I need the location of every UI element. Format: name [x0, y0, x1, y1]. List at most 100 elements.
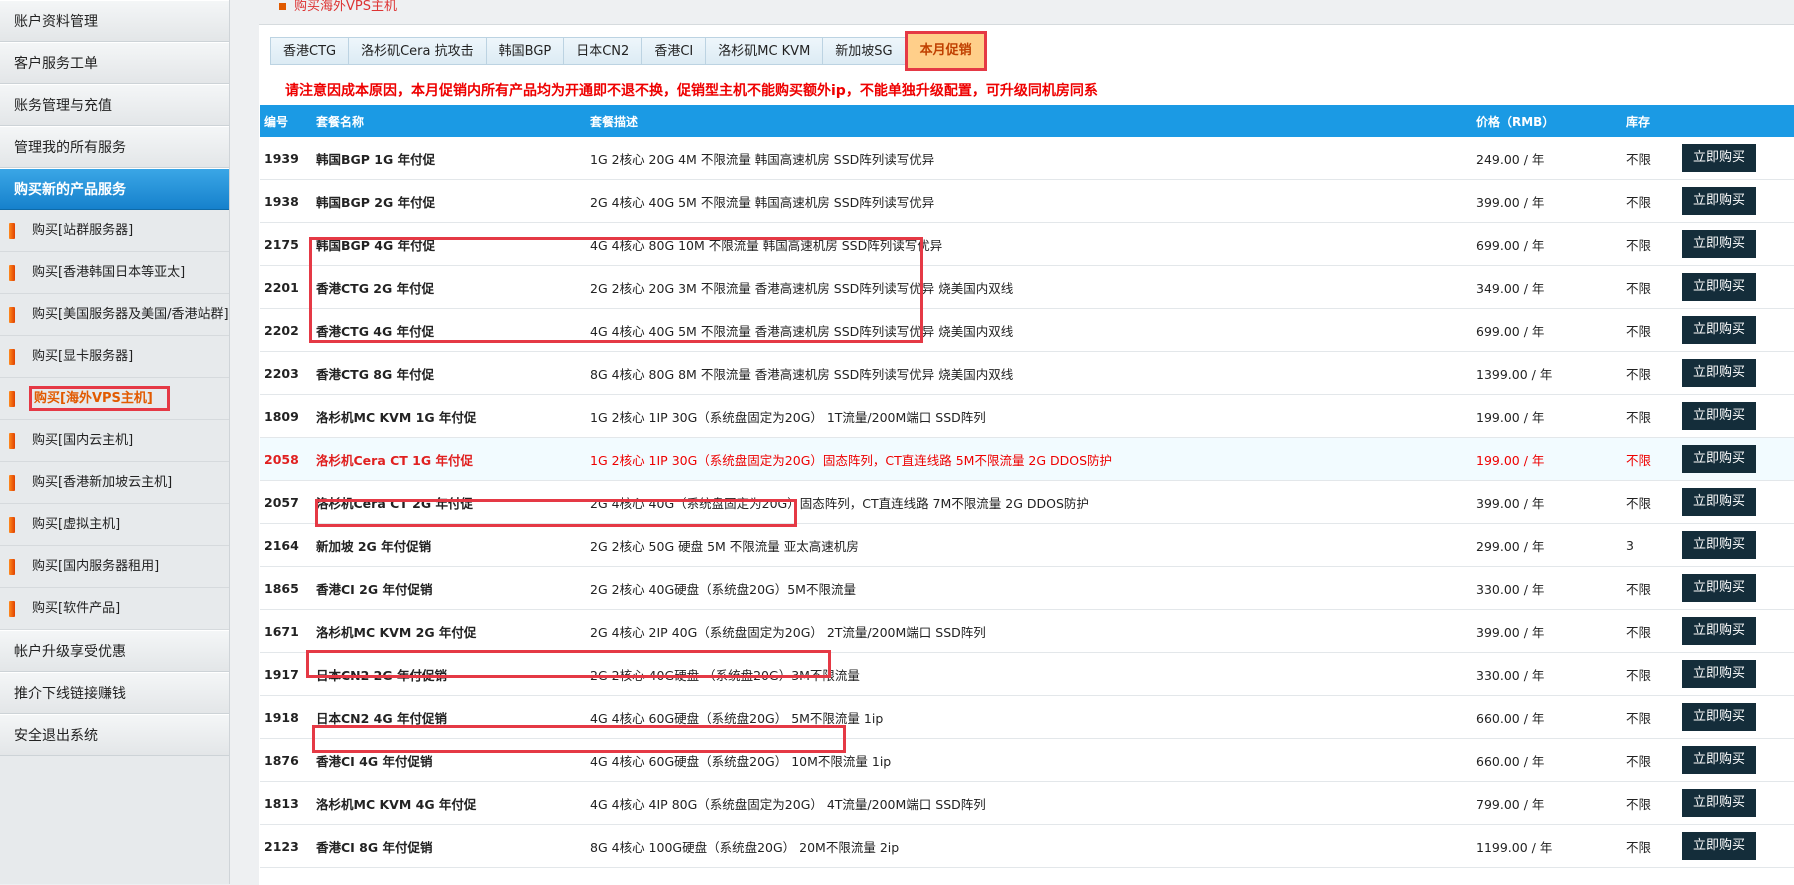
- cell-price: 699.00 / 年: [1476, 237, 1545, 253]
- cell-price: 330.00 / 年: [1476, 667, 1545, 683]
- sidebar-sub-item[interactable]: 购买[站群服务器]: [0, 210, 229, 252]
- cell-action: 立即购买: [1682, 230, 1792, 258]
- cell-stock: 不限: [1626, 667, 1652, 683]
- sidebar-sub-label: 购买[站群服务器]: [32, 223, 134, 238]
- buy-now-button[interactable]: 立即购买: [1682, 531, 1756, 559]
- table-row: 1671 洛杉机MC KVM 2G 年付促 2G 4核心 2IP 40G（系统盘固定…: [260, 610, 1794, 653]
- sidebar-sub-item-active[interactable]: 购买[海外VPS主机]: [0, 378, 229, 420]
- sidebar-sub-item[interactable]: 购买[显卡服务器]: [0, 336, 229, 378]
- table-row: 1917 日本CN2 2G 年付促销 2G 2核心 40G硬盘 （系统盘20G）3M…: [260, 653, 1794, 696]
- table-row: 2201 香港CTG 2G 年付促 2G 2核心 20G 3M 不限流量 香港高速机…: [260, 266, 1794, 309]
- buy-now-button[interactable]: 立即购买: [1682, 488, 1756, 516]
- cell-name: 洛杉机MC KVM 4G 年付促: [316, 796, 477, 812]
- cell-price: 1399.00 / 年: [1476, 366, 1553, 382]
- cell-desc: 8G 4核心 100G硬盘（系统盘20G） 20M不限流量 2ip: [590, 839, 900, 855]
- buy-now-button[interactable]: 立即购买: [1682, 746, 1756, 774]
- sidebar-sub-item[interactable]: 购买[软件产品]: [0, 588, 229, 630]
- cell-name: 洛杉机MC KVM 2G 年付促: [316, 624, 477, 640]
- sidebar-item-upgrade[interactable]: 帐户升级享受优惠: [0, 630, 229, 672]
- cell-name: 新加坡 2G 年付促销: [316, 538, 432, 554]
- buy-now-button[interactable]: 立即购买: [1682, 359, 1756, 387]
- cell-name: 洛杉机Cera CT 2G 年付促: [316, 495, 473, 511]
- orange-bar-icon: [9, 433, 15, 449]
- cell-name: 韩国BGP 4G 年付促: [316, 237, 436, 253]
- tab-sg[interactable]: 新加坡SG: [822, 37, 906, 65]
- orange-bar-icon: [9, 601, 15, 617]
- sidebar-sub-item[interactable]: 购买[虚拟主机]: [0, 504, 229, 546]
- cell-id: 1918: [264, 709, 299, 725]
- tab-jp-cn2[interactable]: 日本CN2: [563, 37, 643, 65]
- buy-now-button[interactable]: 立即购买: [1682, 230, 1756, 258]
- sidebar-sub-label: 购买[软件产品]: [32, 601, 121, 616]
- cell-action: 立即购买: [1682, 832, 1792, 860]
- cell-name: 洛杉机Cera CT 1G 年付促: [316, 452, 473, 468]
- sidebar-item-support-tickets[interactable]: 客户服务工单: [0, 42, 229, 84]
- cell-stock: 不限: [1626, 409, 1652, 425]
- cell-action: 立即购买: [1682, 187, 1792, 215]
- orange-bar-icon: [9, 391, 15, 407]
- buy-now-button[interactable]: 立即购买: [1682, 574, 1756, 602]
- header-name: 套餐名称: [316, 114, 365, 129]
- sidebar-item-account-profile[interactable]: 账户资料管理: [0, 0, 229, 42]
- cell-name: 香港CTG 8G 年付促: [316, 366, 435, 382]
- buy-now-button[interactable]: 立即购买: [1682, 316, 1756, 344]
- table-row: 1918 日本CN2 4G 年付促销 4G 4核心 60G硬盘（系统盘20G） 5M…: [260, 696, 1794, 739]
- buy-now-button[interactable]: 立即购买: [1682, 273, 1756, 301]
- tab-la-cera[interactable]: 洛杉矶Cera 抗攻击: [348, 37, 487, 65]
- cell-stock: 不限: [1626, 495, 1652, 511]
- cell-desc: 2G 4核心 40G 5M 不限流量 韩国高速机房 SSD阵列读写优异: [590, 194, 935, 210]
- header-stock: 库存: [1626, 114, 1651, 129]
- cell-stock: 不限: [1626, 452, 1652, 468]
- sidebar-item-billing[interactable]: 账务管理与充值: [0, 84, 229, 126]
- cell-price: 1199.00 / 年: [1476, 839, 1553, 855]
- sidebar-sub-item[interactable]: 购买[国内服务器租用]: [0, 546, 229, 588]
- sidebar-sub-label: 购买[香港韩国日本等亚太]: [32, 265, 186, 280]
- sidebar-sub-item[interactable]: 购买[美国服务器及美国/香港站群]: [0, 294, 229, 336]
- buy-now-button[interactable]: 立即购买: [1682, 187, 1756, 215]
- cell-name: 韩国BGP 2G 年付促: [316, 194, 436, 210]
- page-title: 购买海外VPS主机: [279, 0, 397, 16]
- sidebar-item-referral[interactable]: 推介下线链接赚钱: [0, 672, 229, 714]
- cell-desc: 4G 4核心 4IP 80G（系统盘固定为20G） 4T流量/200M端口 SS…: [590, 796, 986, 812]
- sidebar-sub-item[interactable]: 购买[香港新加坡云主机]: [0, 462, 229, 504]
- sidebar-item-logout[interactable]: 安全退出系统: [0, 714, 229, 756]
- sidebar-sub-label: 购买[香港新加坡云主机]: [32, 475, 173, 490]
- sidebar-sub-item[interactable]: 购买[国内云主机]: [0, 420, 229, 462]
- tab-hk-ci[interactable]: 香港CI: [641, 37, 707, 65]
- cell-stock: 不限: [1626, 366, 1652, 382]
- table-body: 1939 韩国BGP 1G 年付促 1G 2核心 20G 4M 不限流量 韩国高速机…: [260, 137, 1794, 868]
- cell-price: 199.00 / 年: [1476, 409, 1545, 425]
- tab-monthly-promo[interactable]: 本月促销: [904, 31, 987, 71]
- tab-hk-ctg[interactable]: 香港CTG: [270, 37, 350, 65]
- cell-action: 立即购买: [1682, 617, 1792, 645]
- cell-price: 399.00 / 年: [1476, 495, 1545, 511]
- cell-name: 香港CTG 2G 年付促: [316, 280, 435, 296]
- sidebar-item-my-services[interactable]: 管理我的所有服务: [0, 126, 229, 168]
- buy-now-button[interactable]: 立即购买: [1682, 703, 1756, 731]
- sidebar-sub-item[interactable]: 购买[香港韩国日本等亚太]: [0, 252, 229, 294]
- cell-desc: 4G 4核心 80G 10M 不限流量 韩国高速机房 SSD阵列读写优异: [590, 237, 943, 253]
- cell-action: 立即购买: [1682, 574, 1792, 602]
- sidebar-section-buy-new[interactable]: 购买新的产品服务: [0, 168, 229, 210]
- buy-now-button[interactable]: 立即购买: [1682, 445, 1756, 473]
- title-bullet-icon: [279, 3, 286, 10]
- buy-now-button[interactable]: 立即购买: [1682, 832, 1756, 860]
- cell-price: 399.00 / 年: [1476, 194, 1545, 210]
- buy-now-button[interactable]: 立即购买: [1682, 660, 1756, 688]
- table-row: 2175 韩国BGP 4G 年付促 4G 4核心 80G 10M 不限流量 韩国高速…: [260, 223, 1794, 266]
- cell-price: 349.00 / 年: [1476, 280, 1545, 296]
- tab-la-mc-kvm[interactable]: 洛杉矶MC KVM: [705, 37, 824, 65]
- cell-price: 199.00 / 年: [1476, 452, 1545, 468]
- orange-bar-icon: [9, 349, 15, 365]
- buy-now-button[interactable]: 立即购买: [1682, 144, 1756, 172]
- buy-now-button[interactable]: 立即购买: [1682, 402, 1756, 430]
- cell-price: 660.00 / 年: [1476, 710, 1545, 726]
- buy-now-button[interactable]: 立即购买: [1682, 617, 1756, 645]
- sidebar: 账户资料管理 客户服务工单 账务管理与充值 管理我的所有服务 购买新的产品服务 …: [0, 0, 230, 884]
- tab-kr-bgp[interactable]: 韩国BGP: [485, 37, 565, 65]
- product-table: 编号 套餐名称 套餐描述 价格（RMB） 库存 1939 韩国BGP 1G 年付促…: [260, 105, 1794, 868]
- buy-now-button[interactable]: 立即购买: [1682, 789, 1756, 817]
- sidebar-sub-label: 购买[国内云主机]: [32, 433, 134, 448]
- cell-price: 330.00 / 年: [1476, 581, 1545, 597]
- cell-stock: 不限: [1626, 796, 1652, 812]
